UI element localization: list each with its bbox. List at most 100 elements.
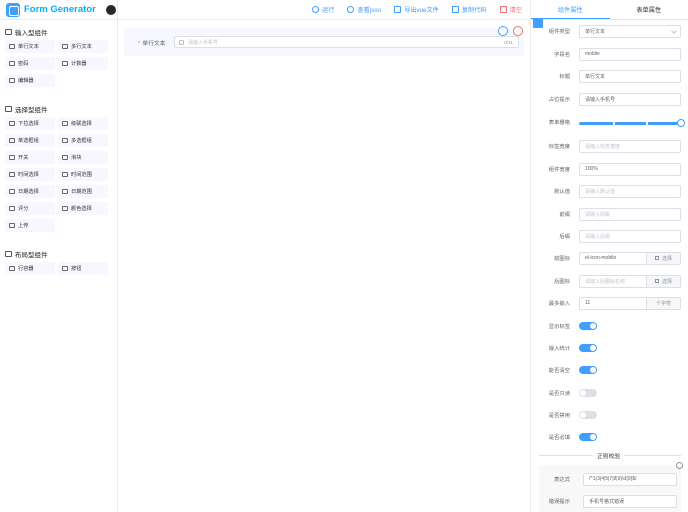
suffix-icon-choose-button[interactable]: 选择 [647, 274, 681, 288]
placeholder-label: 占位提示 [548, 97, 570, 103]
checkbox-icon [62, 138, 68, 143]
form-canvas[interactable]: * 单行文本 请输入手机号 0/11 [124, 22, 524, 512]
number-icon [62, 61, 68, 66]
component-select[interactable]: 下拉选择 [5, 117, 55, 130]
prefix-icon-label: 前图标 [554, 256, 570, 262]
github-icon[interactable] [105, 4, 116, 15]
show-label-label: 显示标签 [548, 324, 570, 330]
tab-component-props[interactable]: 组件属性 [531, 0, 610, 19]
maxlength-unit: 个字符 [647, 296, 681, 310]
maxlength-label: 最多输入 [548, 301, 570, 307]
toolbar: 运行 查看json 导出vue文件 复制代码 清空 [118, 0, 530, 20]
copy-code-button[interactable]: 复制代码 [451, 5, 487, 14]
component-checkbox[interactable]: 多选框组 [58, 134, 108, 147]
suffix-icon-input[interactable]: 请输入后图标名称 [579, 274, 647, 288]
tab-form-props[interactable]: 表单属性 [610, 0, 688, 19]
input-icon [9, 44, 15, 49]
field-name-input[interactable]: mobile [579, 47, 681, 61]
placeholder-input[interactable]: 请输入手机号 [579, 92, 681, 106]
component-time-range[interactable]: 时间范围 [58, 168, 108, 181]
readonly-switch[interactable] [579, 389, 597, 397]
radio-icon [9, 138, 15, 143]
regex-expr-input[interactable]: /^1(3|4|5|7|8|9)\d{9}$/ [583, 472, 677, 486]
disabled-label: 是否禁用 [548, 413, 570, 419]
component-rate[interactable]: 评分 [5, 202, 55, 215]
logo: Form Generator [0, 0, 117, 20]
view-json-button[interactable]: 查看json [347, 5, 381, 14]
textarea-icon [62, 44, 68, 49]
regex-expr-label: 表达式 [554, 477, 570, 483]
play-icon [312, 6, 320, 13]
component-editor[interactable]: 编辑器 [5, 74, 55, 87]
component-button[interactable]: 按钮 [58, 262, 108, 275]
copy-field-button[interactable] [498, 26, 508, 36]
disabled-switch[interactable] [579, 411, 597, 419]
select-icon [9, 121, 15, 126]
component-date[interactable]: 日期选择 [5, 185, 55, 198]
clear-button[interactable]: 清空 [499, 5, 522, 14]
required-label: 是否必填 [548, 435, 570, 441]
cascader-icon [62, 121, 68, 126]
grid-slider[interactable] [579, 119, 685, 127]
prefix-input[interactable]: 请输入前缀 [579, 207, 681, 221]
component-upload[interactable]: 上传 [5, 219, 55, 232]
component-row[interactable]: 行容器 [5, 262, 55, 275]
default-label: 默认值 [554, 189, 570, 195]
component-password[interactable]: 密码 [5, 57, 55, 70]
required-switch[interactable] [579, 433, 597, 441]
component-number[interactable]: 计数器 [58, 57, 108, 70]
label-width-input[interactable]: 请输入标签宽度 [579, 139, 681, 153]
eye-icon [347, 6, 355, 13]
app-title: Form Generator [24, 4, 96, 15]
prefix-icon-choose-button[interactable]: 选择 [647, 251, 681, 265]
component-textarea[interactable]: 多行文本 [58, 40, 108, 53]
logo-icon [6, 2, 20, 17]
date-icon [9, 189, 15, 194]
editor-icon [9, 78, 15, 83]
layout-components: 行容器 按钮 [0, 262, 117, 279]
regex-msg-input[interactable]: 手机号格式错误 [583, 494, 677, 508]
rate-icon [9, 206, 15, 211]
slider-knob[interactable] [677, 119, 685, 127]
form-field-item[interactable]: * 单行文本 请输入手机号 0/11 [124, 26, 524, 56]
maxlength-input[interactable]: 11 [579, 296, 647, 310]
folder-icon [5, 106, 12, 112]
folder-icon [5, 251, 12, 257]
close-icon[interactable] [676, 462, 683, 469]
component-input[interactable]: 单行文本 [5, 40, 55, 53]
mobile-icon [179, 39, 184, 45]
suffix-input[interactable]: 请输入后缀 [579, 229, 681, 243]
readonly-label: 是否只读 [548, 391, 570, 397]
prefix-icon-input[interactable]: el-icon-mobile [579, 251, 647, 265]
run-button[interactable]: 运行 [312, 5, 334, 14]
word-limit-switch[interactable] [579, 344, 597, 352]
component-time[interactable]: 时间选择 [5, 168, 55, 181]
props-tabs: 组件属性 表单属性 [531, 0, 688, 20]
component-radio[interactable]: 单选框组 [5, 134, 55, 147]
chevron-down-icon [671, 27, 677, 34]
regex-msg-label: 错误提示 [548, 499, 570, 505]
show-label-switch[interactable] [579, 322, 597, 330]
title-input[interactable]: 单行文本 [579, 69, 681, 83]
word-limit-label: 输入统计 [548, 346, 570, 352]
comp-width-label: 组件宽度 [548, 167, 570, 173]
export-vue-button[interactable]: 导出vue文件 [394, 5, 439, 14]
form-field-input[interactable]: 请输入手机号 0/11 [174, 36, 519, 48]
group-title-select: 选择型组件 [0, 103, 117, 115]
type-select[interactable]: 单行文本 [579, 24, 681, 38]
component-color[interactable]: 颜色选择 [58, 202, 108, 215]
delete-field-button[interactable] [513, 26, 523, 36]
comp-width-input[interactable]: 100% [579, 162, 681, 176]
slider-stop [612, 122, 615, 125]
component-cascader[interactable]: 级联选择 [58, 117, 108, 130]
component-switch[interactable]: 开关 [5, 151, 55, 164]
clearable-switch[interactable] [579, 366, 597, 374]
component-date-range[interactable]: 日期范围 [58, 185, 108, 198]
group-title-input: 输入型组件 [0, 26, 117, 38]
prefix-label: 前缀 [559, 212, 570, 218]
default-input[interactable]: 请输入默认值 [579, 184, 681, 198]
button-icon [62, 266, 68, 271]
component-slider[interactable]: 滑块 [58, 151, 108, 164]
date-range-icon [62, 189, 68, 194]
hand-icon [654, 279, 659, 283]
